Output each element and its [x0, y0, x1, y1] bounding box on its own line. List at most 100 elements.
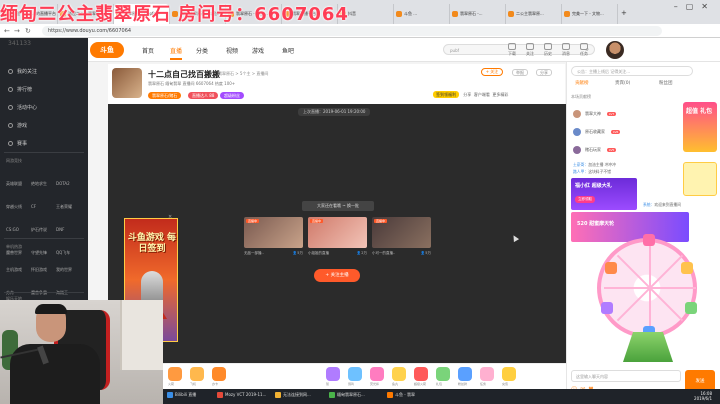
- sign-in-button[interactable]: 签到领福利: [433, 91, 459, 98]
- gift-like-icon[interactable]: [326, 367, 340, 381]
- tab-fans[interactable]: 粉丝团: [659, 80, 673, 86]
- sidebar-category[interactable]: DOTA2: [56, 181, 81, 186]
- nav-game[interactable]: 游戏: [252, 46, 264, 55]
- gift-task-icon[interactable]: [480, 367, 494, 381]
- rank-row[interactable]: 翡翠大神 LV7: [573, 110, 683, 120]
- nav-yuba[interactable]: 鱼吧: [282, 46, 294, 55]
- url-field[interactable]: https://www.douyu.com/6607064: [42, 26, 662, 36]
- more-button[interactable]: 更多精彩: [492, 92, 508, 97]
- report-button[interactable]: 举报: [512, 69, 528, 76]
- recommend-banner[interactable]: 大家还在看哦 ~ 换一批: [302, 201, 374, 211]
- gift-recharge-icon[interactable]: [502, 367, 516, 381]
- gift-fanbadge-icon[interactable]: [458, 367, 472, 381]
- sidebar-category[interactable]: DNF: [56, 227, 81, 232]
- reload-icon[interactable]: ↻: [25, 27, 31, 35]
- sidebar-category[interactable]: 魔兽争霸: [31, 290, 56, 296]
- sidebar-item-events[interactable]: 活动中心: [8, 104, 37, 111]
- announcement-field[interactable]: 公告：主播上线后 记得关注...: [571, 66, 693, 76]
- sidebar-item-games[interactable]: 游戏: [8, 122, 27, 129]
- task-button[interactable]: 任务: [578, 43, 590, 57]
- user-avatar[interactable]: [606, 41, 624, 59]
- taskbar-item[interactable]: Mozy VCT 2019-11...: [217, 392, 266, 398]
- browser-tab[interactable]: 完美一下 - 文物...: [562, 4, 618, 24]
- promo-banner[interactable]: 福小红 超级大礼 立即领取: [571, 178, 637, 210]
- tab-vip[interactable]: 贵宾(0): [615, 80, 630, 86]
- gift-chicken-icon[interactable]: [348, 367, 362, 381]
- forward-icon[interactable]: →: [14, 27, 20, 35]
- browser-tab[interactable]: 斗鱼 ...: [394, 4, 450, 24]
- nav-category[interactable]: 分类: [196, 46, 208, 55]
- follow-streamer-button[interactable]: + 关注主播: [314, 269, 360, 282]
- browser-tab[interactable]: 二公主翡翠原...: [506, 4, 562, 24]
- site-logo[interactable]: 斗鱼: [90, 42, 124, 58]
- sidebar-category[interactable]: 我的世界: [56, 267, 81, 273]
- sidebar-category[interactable]: 怀旧游戏: [31, 267, 56, 273]
- download-button[interactable]: 下载: [506, 43, 518, 57]
- nav-video[interactable]: 视频: [226, 46, 238, 55]
- taskbar-item[interactable]: 无法连接到网...: [275, 392, 311, 398]
- sidebar-item-rank[interactable]: 排行榜: [8, 86, 32, 93]
- ad-close-icon[interactable]: ×: [168, 214, 172, 220]
- search-input[interactable]: pubf ⌕: [443, 44, 595, 55]
- gift-glowstick-icon[interactable]: [370, 367, 384, 381]
- sidebar-divider: [4, 152, 84, 153]
- sidebar-category[interactable]: CS:GO: [6, 227, 31, 232]
- system-clock[interactable]: 16:08 2019/6/1: [694, 391, 712, 401]
- nav-home[interactable]: 首页: [142, 46, 154, 55]
- chat-user[interactable]: 系统：: [643, 202, 654, 207]
- gift-plane-icon[interactable]: [190, 367, 204, 381]
- message-button[interactable]: 消息: [560, 43, 572, 57]
- client-watch-button[interactable]: 客户端看: [474, 92, 490, 97]
- gift-card-icon[interactable]: [212, 367, 226, 381]
- gift-fishball-icon[interactable]: [392, 367, 406, 381]
- sidebar-item-follow[interactable]: 我的关注: [8, 68, 37, 75]
- ferris-wheel-icon[interactable]: [597, 234, 697, 338]
- share-badge-button[interactable]: 分享: [536, 69, 552, 76]
- browser-tab[interactable]: 翡翠原石 -...: [450, 4, 506, 24]
- chat-input[interactable]: 这里输入聊天内容: [571, 370, 681, 382]
- gift-box-icon[interactable]: [683, 162, 717, 196]
- sidebar-category[interactable]: 主机游戏: [6, 267, 31, 273]
- room-pill[interactable]: 翡翠原石/赌石: [148, 92, 182, 99]
- recommend-card[interactable]: 直播中 无敌一部播.. 👤5万: [244, 217, 303, 259]
- sidebar-category[interactable]: 炉石传说: [31, 227, 56, 233]
- share-button[interactable]: 分享: [463, 92, 471, 97]
- sidebar-category[interactable]: CF: [31, 204, 56, 209]
- room-category[interactable]: 翡翠原石 > 5个主 > 直播间: [218, 71, 268, 77]
- gift-super-rocket-icon[interactable]: [414, 367, 428, 381]
- tab-label: 二公主翡翠原...: [516, 11, 544, 16]
- gift-rocket-icon[interactable]: [168, 367, 182, 381]
- taskbar-item[interactable]: Bilibili 直播: [167, 392, 196, 398]
- rank-row[interactable]: 原石收藏家 LV6: [573, 128, 683, 138]
- taskbar-item[interactable]: 缅甸翡翠原石...: [329, 392, 365, 398]
- room-pill[interactable]: 超级粉丝: [220, 92, 244, 99]
- sidebar-category[interactable]: 绝地求生: [31, 181, 56, 187]
- gift-pack-card[interactable]: 超值 礼包: [683, 102, 717, 152]
- sidebar-item-esports[interactable]: 赛事: [8, 140, 27, 147]
- level-badge: LV6: [611, 130, 621, 134]
- follow-button[interactable]: + 关注: [481, 68, 503, 76]
- sidebar-category[interactable]: 英雄联盟: [6, 181, 31, 187]
- history-button[interactable]: 历史: [542, 43, 554, 57]
- gift-pack-icon[interactable]: [436, 367, 450, 381]
- window-controls[interactable]: –▢✕: [674, 2, 716, 11]
- rank-row[interactable]: 赌石玩家 LV5: [573, 146, 683, 156]
- nav-live[interactable]: 直播: [170, 46, 183, 60]
- streamer-avatar[interactable]: [112, 68, 142, 98]
- sidebar-category[interactable]: 海贼王: [56, 290, 81, 296]
- follow-header-button[interactable]: 关注: [524, 43, 536, 57]
- chat-user[interactable]: 路人甲：: [573, 169, 588, 174]
- promo-claim-button[interactable]: 立即领取: [575, 196, 595, 203]
- taskbar-item[interactable]: 斗鱼 - 翡翠: [387, 392, 415, 398]
- back-icon[interactable]: ←: [4, 27, 10, 35]
- sidebar-category[interactable]: 王者荣耀: [56, 204, 81, 210]
- chat-user[interactable]: 土豪哥：: [573, 162, 588, 167]
- tab-contribution[interactable]: 贡献榜: [575, 80, 589, 86]
- recommend-card[interactable]: 直播中 小可一的直播.. 👤5万: [372, 217, 431, 259]
- sidebar-category[interactable]: 穿越火线: [6, 204, 31, 210]
- new-tab-button[interactable]: +: [618, 4, 632, 24]
- sidebar-item-label: 我的关注: [17, 69, 38, 75]
- promo-banner[interactable]: 520 甜蜜摩天轮: [571, 212, 689, 242]
- recommend-card[interactable]: 直播中 小姐姐的直播 👤2万: [308, 217, 367, 259]
- room-pill[interactable]: 直播达人 88: [188, 92, 219, 99]
